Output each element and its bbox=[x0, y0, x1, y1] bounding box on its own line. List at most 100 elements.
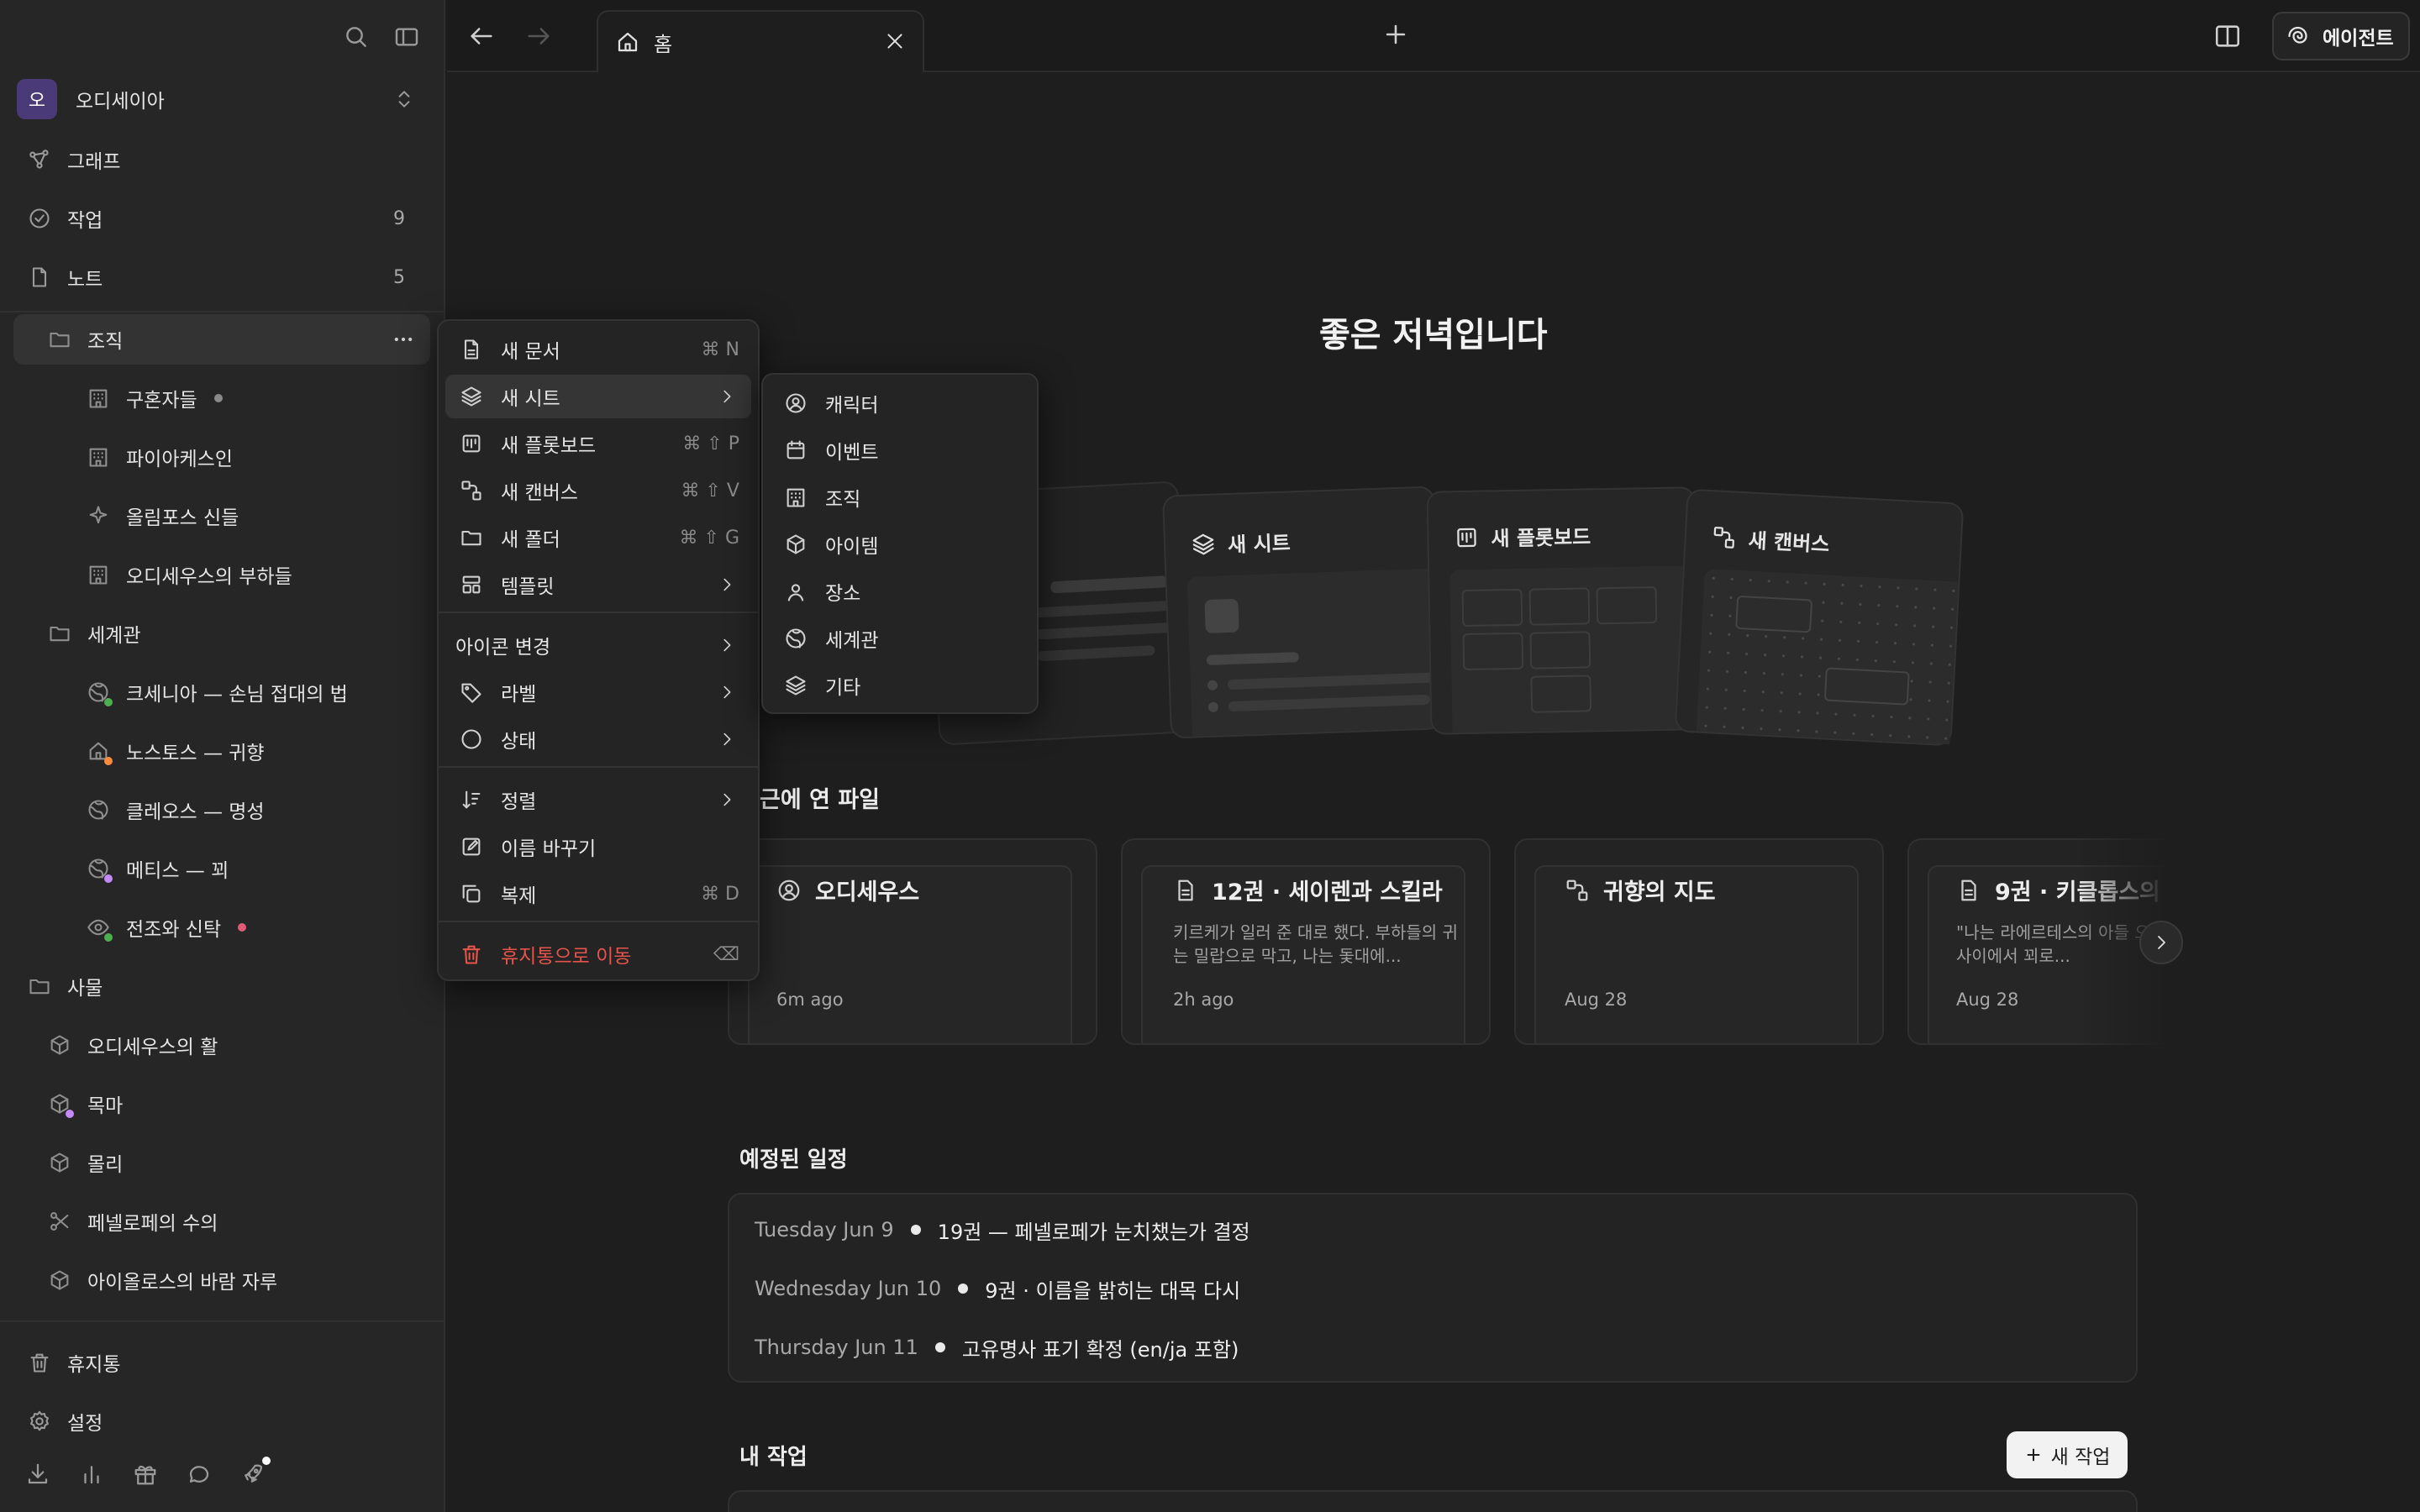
menu-item[interactable]: 라벨 bbox=[445, 670, 751, 714]
split-view-icon[interactable] bbox=[2213, 22, 2242, 50]
recent-card[interactable]: 귀향의 지도 Aug 28 bbox=[1514, 838, 1884, 1045]
submenu-item[interactable]: 이벤트 bbox=[770, 428, 1030, 472]
sidebar-item-tasks[interactable]: 작업 9 bbox=[13, 193, 430, 244]
scissors-icon bbox=[47, 1209, 72, 1234]
submenu-item[interactable]: 세계관 bbox=[770, 617, 1030, 660]
sidebar-item-label: 설정 bbox=[67, 1413, 103, 1435]
tree-item[interactable]: 오디세우스의 부하들 bbox=[13, 549, 430, 600]
submenu-item[interactable]: 캐릭터 bbox=[770, 381, 1030, 425]
menu-item[interactable]: 새 폴더 ⌘ ⇧ G bbox=[445, 516, 751, 559]
graph-icon bbox=[27, 147, 52, 172]
recent-card[interactable]: 오디세우스 6m ago bbox=[728, 838, 1097, 1045]
sidebar-item-graph[interactable]: 그래프 bbox=[13, 134, 430, 185]
tree-item[interactable]: 전조와 신탁 bbox=[13, 902, 430, 953]
schedule-date: Wednesday Jun 10 bbox=[755, 1277, 942, 1300]
menu-item[interactable]: 이름 바꾸기 bbox=[445, 825, 751, 869]
tree-item[interactable]: 사물 bbox=[13, 961, 430, 1011]
tree-item[interactable]: 세계관 bbox=[13, 608, 430, 659]
agent-button[interactable]: 에이전트 bbox=[2272, 12, 2410, 60]
tree-item-label: 올림포스 신들 bbox=[126, 507, 239, 529]
close-tab-icon[interactable] bbox=[884, 30, 906, 52]
menu-item-label: 상태 bbox=[501, 731, 537, 753]
tree-item-label: 아이올로스의 바람 자루 bbox=[87, 1272, 278, 1294]
menu-item[interactable]: 새 플롯보드 ⌘ ⇧ P bbox=[445, 422, 751, 465]
status-dot bbox=[104, 757, 113, 765]
sidebar-item-label: 작업 bbox=[67, 210, 103, 232]
sidebar-toggle-icon[interactable] bbox=[393, 24, 420, 50]
sidebar-item-settings[interactable]: 설정 bbox=[13, 1396, 430, 1446]
back-arrow-icon[interactable] bbox=[467, 22, 496, 50]
menu-item[interactable]: 휴지통으로 이동 ⌫ bbox=[445, 932, 751, 976]
menu-item[interactable]: 아이콘 변경 bbox=[445, 623, 751, 667]
scroll-right-button[interactable] bbox=[2139, 921, 2183, 964]
recent-card-desc: 키르케가 일러 준 대로 했다. 부하들의 귀는 밀랍으로 막고, 나는 돛대에… bbox=[1173, 922, 1458, 966]
sidebar-item-notes[interactable]: 노트 5 bbox=[13, 252, 430, 302]
folder-icon bbox=[459, 525, 484, 550]
tree-item[interactable]: 올림포스 신들 bbox=[13, 491, 430, 541]
quick-card-new-canvas[interactable]: 새 캔버스 bbox=[1674, 488, 1965, 747]
schedule-row[interactable]: Thursday Jun 11 고유명사 표기 확정 (en/ja 포함) bbox=[755, 1331, 1239, 1364]
tree-item[interactable]: 노스토스 — 귀향 bbox=[13, 726, 430, 776]
menu-item[interactable]: 템플릿 bbox=[445, 563, 751, 606]
menu-item[interactable]: 상태 bbox=[445, 717, 751, 761]
tree-item[interactable]: 목마 bbox=[13, 1079, 430, 1129]
menu-item-label: 템플릿 bbox=[501, 576, 555, 598]
menu-item-label: 새 플롯보드 bbox=[501, 435, 597, 457]
menu-item-label: 새 문서 bbox=[501, 341, 560, 363]
menu-item[interactable]: 새 문서 ⌘ N bbox=[445, 328, 751, 371]
chevron-right-icon bbox=[718, 387, 736, 406]
menu-item[interactable]: 새 캔버스 ⌘ ⇧ V bbox=[445, 469, 751, 512]
menu-item-label: 휴지통으로 이동 bbox=[501, 946, 632, 968]
menu-item-label: 정렬 bbox=[501, 791, 537, 813]
sidebar-item-label: 휴지통 bbox=[67, 1354, 121, 1376]
new-tab-plus-icon[interactable] bbox=[1381, 20, 1410, 49]
chevron-right-icon bbox=[718, 730, 736, 748]
divider bbox=[0, 311, 445, 312]
quick-card-new-plotboard[interactable]: 새 플롯보드 bbox=[1426, 486, 1700, 735]
gift-icon[interactable] bbox=[133, 1462, 158, 1487]
tree-item[interactable]: 몰리 bbox=[13, 1137, 430, 1188]
chat-icon[interactable] bbox=[187, 1462, 212, 1487]
recent-card[interactable]: 12권 · 세이렌과 스킬라 키르케가 일러 준 대로 했다. 부하들의 귀는 … bbox=[1121, 838, 1491, 1045]
rocket-icon[interactable] bbox=[240, 1457, 271, 1487]
tree-item[interactable]: 조직 bbox=[13, 314, 430, 365]
submenu-item[interactable]: 조직 bbox=[770, 475, 1030, 519]
search-icon[interactable] bbox=[343, 24, 370, 50]
tree-item-label: 페넬로페의 수의 bbox=[87, 1213, 218, 1235]
tree-item[interactable]: 아이올로스의 바람 자루 bbox=[13, 1255, 430, 1305]
cube-icon bbox=[47, 1268, 72, 1293]
tree-item[interactable]: 페넬로페의 수의 bbox=[13, 1196, 430, 1247]
schedule-row[interactable]: Tuesday Jun 9 19권 — 페넬로페가 눈치챘는가 결정 bbox=[755, 1213, 1250, 1247]
tree-item[interactable]: 크세니아 — 손님 접대의 법 bbox=[13, 667, 430, 717]
menu-shortcut: ⌘ D bbox=[701, 883, 739, 905]
schedule-row[interactable]: Wednesday Jun 10 9권 · 이름을 밝히는 대목 다시 bbox=[755, 1272, 1240, 1305]
menu-item-label: 아이콘 변경 bbox=[455, 637, 551, 659]
submenu-item-label: 캐릭터 bbox=[825, 395, 879, 417]
calendar-icon bbox=[783, 438, 808, 463]
submenu-item[interactable]: 기타 bbox=[770, 664, 1030, 707]
tree-item[interactable]: 클레오스 — 명성 bbox=[13, 785, 430, 835]
tab-home[interactable]: 홈 bbox=[597, 10, 924, 72]
stats-icon[interactable] bbox=[79, 1462, 104, 1487]
chevron-updown-icon bbox=[393, 87, 415, 111]
submenu-item[interactable]: 장소 bbox=[770, 570, 1030, 613]
workspace-switcher[interactable]: 오 오디세이아 bbox=[13, 74, 430, 124]
submenu-item[interactable]: 아이템 bbox=[770, 522, 1030, 566]
quick-card-new-sheet[interactable]: 새 시트 bbox=[1162, 486, 1447, 739]
menu-item-label: 이름 바꾸기 bbox=[501, 838, 597, 860]
tree-item[interactable]: 오디세우스의 활 bbox=[13, 1020, 430, 1070]
menu-item[interactable]: 정렬 bbox=[445, 778, 751, 822]
tree-item[interactable]: 구혼자들 bbox=[13, 373, 430, 423]
tree-item[interactable]: 파이아케스인 bbox=[13, 432, 430, 482]
sort-icon bbox=[459, 787, 484, 812]
bottom-toolbar bbox=[25, 1457, 271, 1487]
menu-separator bbox=[439, 766, 758, 768]
new-task-button[interactable]: 새 작업 bbox=[2007, 1431, 2128, 1478]
sidebar-item-trash[interactable]: 휴지통 bbox=[13, 1337, 430, 1388]
download-icon[interactable] bbox=[25, 1462, 50, 1487]
context-menu: 새 문서 ⌘ N 새 시트 새 플롯보드 ⌘ ⇧ P 새 캔버스 ⌘ ⇧ V 새 폴더 ⌘ ⇧ … bbox=[437, 319, 760, 981]
menu-item[interactable]: 새 시트 bbox=[445, 375, 751, 418]
more-options-icon[interactable] bbox=[392, 328, 415, 351]
menu-item[interactable]: 복제 ⌘ D bbox=[445, 872, 751, 916]
tree-item[interactable]: 메티스 — 꾀 bbox=[13, 843, 430, 894]
